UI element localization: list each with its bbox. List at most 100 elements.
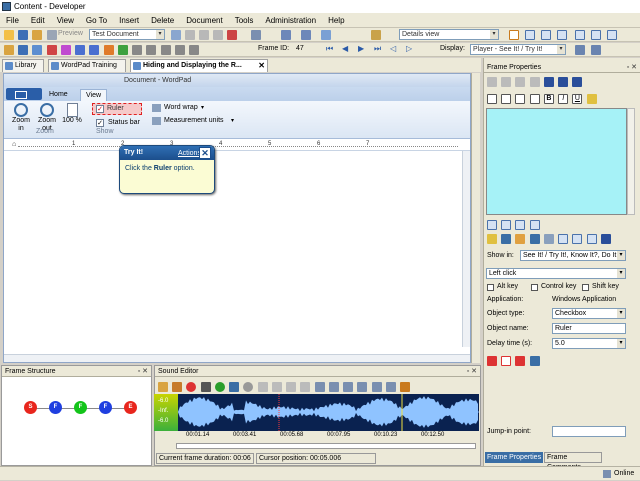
grid-icon[interactable] (146, 45, 157, 55)
paste-icon[interactable] (213, 30, 223, 40)
measurement-units-button[interactable]: Measurement units (164, 117, 224, 124)
alt-key-checkbox[interactable] (487, 284, 494, 291)
control-key-checkbox[interactable] (531, 284, 538, 291)
action-combo[interactable]: Left click ▾ (486, 268, 626, 279)
close-icon[interactable]: ✕ (199, 147, 211, 159)
grid-icon[interactable] (189, 45, 200, 55)
zoom-in-button[interactable]: Zoom in (10, 103, 32, 133)
document-combo[interactable]: Test Document ▾ (89, 29, 165, 40)
play-icon[interactable] (575, 45, 585, 55)
tab-library[interactable]: Library (2, 59, 44, 72)
font-color-icon[interactable] (572, 77, 583, 87)
menu-view[interactable]: View (51, 13, 80, 28)
prev-step-icon[interactable]: ◁ (390, 44, 396, 53)
close-icon[interactable]: ✕ (258, 60, 265, 72)
delay-combo[interactable]: 5.0 ▾ (552, 338, 626, 349)
bubble-text-editor[interactable] (486, 108, 627, 215)
panel-controls-icon[interactable]: ▫ ✕ (627, 62, 637, 73)
delete-icon[interactable] (300, 382, 311, 392)
next-frame-icon[interactable]: ▶ (358, 44, 364, 53)
menu-goto[interactable]: Go To (80, 13, 113, 28)
cut-icon[interactable] (257, 382, 268, 392)
frame-icon[interactable] (75, 45, 86, 55)
find-icon[interactable] (371, 30, 381, 40)
bubble-icon[interactable] (60, 45, 71, 55)
align-left-icon[interactable] (487, 94, 497, 104)
justify-icon[interactable] (529, 94, 540, 104)
menu-edit[interactable]: Edit (25, 13, 51, 28)
copy-icon[interactable] (543, 234, 554, 244)
cut-icon[interactable] (487, 77, 497, 87)
action-tab-icon[interactable] (501, 220, 512, 230)
panel-controls-icon[interactable]: ▫ ✕ (467, 366, 477, 377)
menu-help[interactable]: Help (322, 13, 350, 28)
show-in-combo[interactable]: See It! / Try It!, Know It?, Do It! ▾ (520, 250, 626, 261)
branch-icon[interactable] (103, 45, 114, 55)
outer-scrollbar[interactable] (471, 73, 480, 363)
ruler-checkbox[interactable]: ✓ (96, 105, 104, 113)
preview-icon[interactable] (46, 30, 57, 40)
underline-icon[interactable]: U (572, 94, 583, 104)
copy-icon[interactable] (199, 30, 209, 40)
refresh-icon[interactable] (321, 30, 331, 40)
properties-icon[interactable] (132, 45, 143, 55)
display-combo[interactable]: Player - See It! / Try It! ▾ (470, 44, 566, 55)
paste-icon[interactable] (286, 382, 297, 392)
edit-icon[interactable] (501, 234, 512, 244)
frame-node[interactable]: F (49, 401, 62, 414)
save-icon[interactable] (18, 30, 29, 40)
waveform[interactable]: -6.0 -Inf. -6.0 (154, 394, 479, 431)
silence-icon[interactable] (357, 382, 368, 392)
file-menu-button[interactable] (6, 88, 42, 100)
frame-tab-icon[interactable] (515, 220, 526, 230)
export-icon[interactable] (172, 382, 183, 392)
tab-hiding-displaying[interactable]: Hiding and Displaying the R... ✕ (130, 59, 268, 72)
check-in-icon[interactable] (281, 30, 291, 40)
ruler-checkbox-highlight[interactable]: ✓ Ruler (92, 103, 142, 115)
layout-horizontal-icon[interactable] (541, 30, 551, 40)
object-name-input[interactable]: Ruler (552, 323, 626, 334)
loop-icon[interactable] (243, 382, 254, 392)
folder-icon[interactable] (515, 234, 526, 244)
panel-icon[interactable] (591, 30, 601, 40)
stop-icon[interactable] (200, 382, 211, 392)
pointer-icon[interactable] (515, 356, 526, 366)
tab-wordpad-training[interactable]: WordPad Training (48, 59, 126, 72)
zoom-icon[interactable] (371, 382, 382, 392)
editor-scrollbar[interactable] (627, 108, 635, 215)
grid-icon[interactable] (160, 45, 171, 55)
pause-icon[interactable] (229, 382, 240, 392)
sound-scrollbar[interactable] (176, 443, 476, 449)
tab-frame-properties[interactable]: Frame Properties (485, 452, 543, 463)
settings-icon[interactable] (385, 382, 396, 392)
grid-icon[interactable] (174, 45, 185, 55)
record-icon[interactable] (186, 382, 197, 392)
settings-icon[interactable] (591, 45, 601, 55)
link-tab-icon[interactable] (529, 220, 540, 230)
chart-icon[interactable] (399, 382, 410, 392)
tab-home[interactable]: Home (44, 89, 73, 101)
horizontal-scrollbar[interactable] (4, 354, 470, 362)
spell-check-icon[interactable] (586, 94, 597, 104)
shift-key-checkbox[interactable] (582, 284, 589, 291)
last-frame-icon[interactable]: ⏭ (374, 44, 381, 54)
fade-out-icon[interactable] (343, 382, 354, 392)
menu-insert[interactable]: Insert (113, 13, 145, 28)
align-center-icon[interactable] (501, 94, 512, 104)
action-icon[interactable] (32, 45, 43, 55)
tab-frame-comments[interactable]: Frame Comments (544, 452, 602, 471)
check-out-icon[interactable] (301, 30, 311, 40)
menu-document[interactable]: Document (180, 13, 228, 28)
tab-view[interactable]: View (80, 89, 108, 101)
publish-icon[interactable] (32, 30, 43, 40)
rectangle-icon[interactable] (501, 356, 512, 366)
frame-node[interactable]: F (99, 401, 112, 414)
actions-link[interactable]: Actions (178, 147, 201, 161)
start-node[interactable]: S (24, 401, 37, 414)
panel-icon[interactable] (607, 30, 617, 40)
menu-tools[interactable]: Tools (229, 13, 260, 28)
cut-icon[interactable] (185, 30, 195, 40)
italic-icon[interactable]: I (558, 94, 569, 104)
word-wrap-button[interactable]: Word wrap (164, 104, 198, 111)
prev-frame-icon[interactable]: ◀ (342, 44, 348, 53)
